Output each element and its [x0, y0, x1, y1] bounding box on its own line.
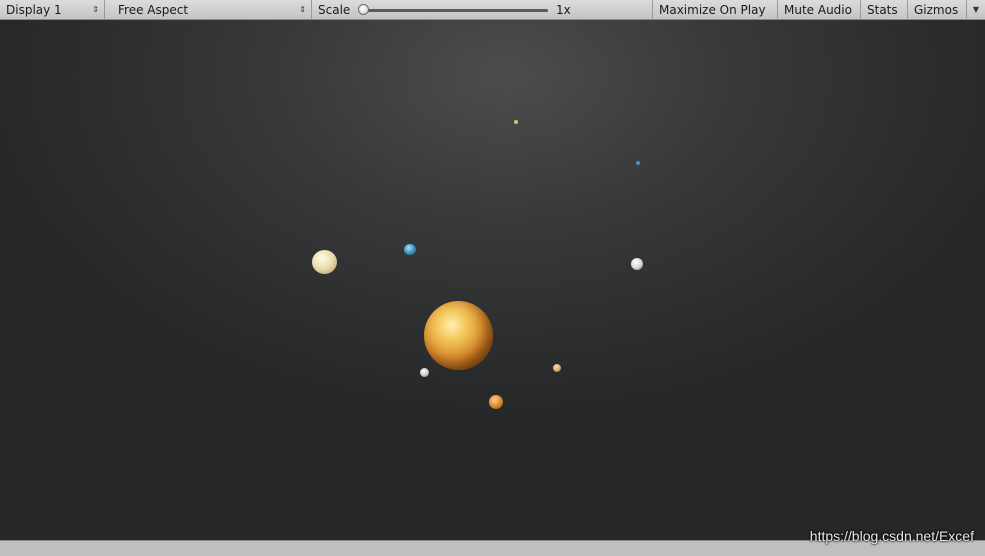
game-viewport[interactable] — [0, 20, 985, 540]
watermark-text: https://blog.csdn.net/Excef — [809, 528, 974, 544]
mute-audio-label: Mute Audio — [784, 3, 852, 17]
aspect-label: Free Aspect — [118, 3, 189, 17]
sun-sphere — [424, 301, 493, 370]
aspect-dropdown[interactable]: Free Aspect ⇕ — [112, 0, 312, 20]
mute-audio-toggle[interactable]: Mute Audio — [778, 0, 861, 20]
gizmos-toggle[interactable]: Gizmos — [908, 0, 966, 20]
game-view-toolbar: Display 1 ⇕ Free Aspect ⇕ Scale 1x Maxim… — [0, 0, 985, 20]
planet-small-tan-sphere — [553, 364, 561, 372]
scale-slider-thumb[interactable] — [358, 4, 369, 15]
scale-slider-track[interactable] — [362, 9, 548, 12]
maximize-on-play-label: Maximize On Play — [659, 3, 766, 17]
updown-arrows-icon: ⇕ — [92, 5, 99, 14]
scale-label: Scale — [318, 3, 351, 17]
planet-tiny-blue-sphere — [636, 161, 640, 165]
planet-white-right-sphere — [631, 258, 643, 270]
gizmos-dropdown-arrow-icon[interactable]: ▼ — [966, 0, 985, 20]
updown-arrows-icon: ⇕ — [299, 5, 306, 14]
planet-cream-sphere — [312, 250, 337, 274]
planet-small-grey-sphere — [420, 368, 429, 377]
planet-orange-sphere — [489, 395, 503, 409]
display-dropdown[interactable]: Display 1 ⇕ — [0, 0, 105, 20]
gizmos-label: Gizmos — [914, 3, 959, 17]
display-label: Display 1 — [6, 3, 62, 17]
maximize-on-play-toggle[interactable]: Maximize On Play — [652, 0, 778, 20]
planet-tiny-yellow-sphere — [514, 120, 518, 124]
stats-label: Stats — [867, 3, 898, 17]
scale-value: 1x — [556, 3, 571, 17]
stats-toggle[interactable]: Stats — [861, 0, 908, 20]
planet-blue-sphere — [404, 244, 416, 255]
